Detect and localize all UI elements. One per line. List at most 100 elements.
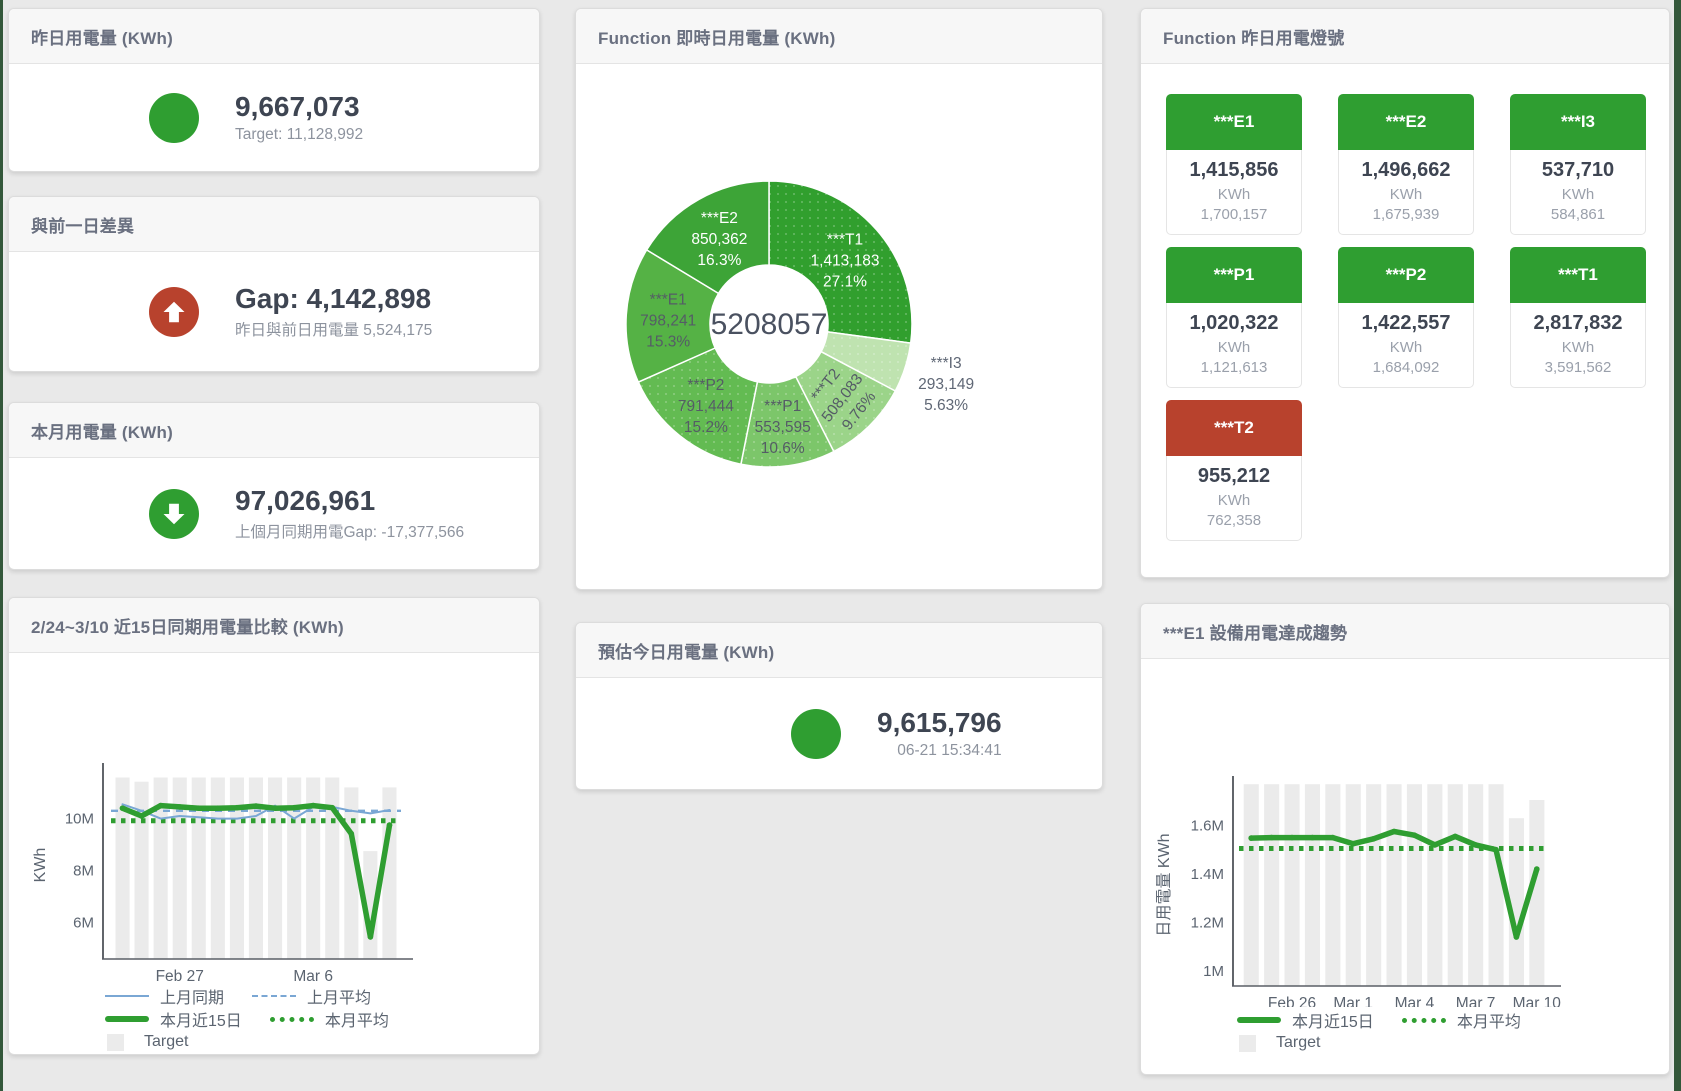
- card-lights-header: Function 昨日用電燈號: [1141, 9, 1669, 64]
- arrow-up-icon: [149, 287, 199, 337]
- tile-secondary-value: 1,700,157: [1169, 206, 1299, 223]
- legend-item-Target[interactable]: Target: [105, 1033, 188, 1051]
- tile-secondary-value: 1,684,092: [1341, 359, 1471, 376]
- status-circle-icon: [149, 93, 199, 143]
- tile-label: ***P1: [1166, 247, 1302, 303]
- legend-label: 本月平均: [325, 1007, 389, 1031]
- tile-value: 1,496,662: [1341, 159, 1471, 182]
- tile-label: ***E1: [1166, 94, 1302, 150]
- x-tick-label: Mar 4: [1395, 995, 1435, 1007]
- compare-chart-plot: 6M8M10MKWhFeb 27Mar 6: [9, 653, 539, 985]
- compare-chart-legend: 上月同期 上月平均本月近15日 本月平均 Target: [105, 985, 417, 1054]
- yesterday-target: Target: 11,128,992: [235, 126, 363, 144]
- tile-value: 2,817,832: [1513, 312, 1643, 335]
- legend-swatch-dot-icon: [1402, 1018, 1446, 1023]
- light-tile-E1: ***E1 1,415,856 KWh 1,700,157: [1166, 94, 1302, 235]
- page-right-edge: [1674, 0, 1681, 1091]
- trend-chart-legend: 本月近15日 本月平均 Target: [1237, 1009, 1549, 1055]
- tile-value: 1,020,322: [1169, 312, 1299, 335]
- y-tick-label: 6M: [73, 915, 94, 932]
- tile-unit: KWh: [1341, 339, 1471, 356]
- status-circle-icon: [791, 709, 841, 759]
- legend-item-上月同期[interactable]: 上月同期: [105, 984, 224, 1008]
- y-tick-label: 1.6M: [1191, 818, 1224, 835]
- day-gap-subtitle: 昨日與前日用電量 5,524,175: [235, 318, 432, 340]
- light-tile-P2: ***P21,422,557KWh1,684,092: [1338, 247, 1474, 388]
- y-tick-label: 8M: [73, 863, 94, 880]
- x-tick-label: Feb 26: [1268, 995, 1316, 1007]
- tile-label: ***T1: [1510, 247, 1646, 303]
- tile-body: 1,020,322KWh1,121,613: [1166, 303, 1302, 388]
- tile-value: 1,415,856: [1169, 159, 1299, 182]
- day-gap-value: Gap: 4,142,898: [235, 283, 432, 314]
- legend-swatch-dash-icon: [252, 995, 296, 997]
- card-day-gap-header: 與前一日差異: [9, 197, 539, 252]
- legend-label: 本月近15日: [1292, 1008, 1374, 1032]
- month-value: 97,026,961: [235, 485, 464, 516]
- card-compare-header: 2/24~3/10 近15日同期用電量比較 (KWh): [9, 598, 539, 653]
- legend-label: 本月近15日: [160, 1007, 242, 1031]
- legend-swatch-line-icon: [105, 995, 149, 997]
- light-tiles-grid: ***E1 1,415,856 KWh 1,700,157 ***E2 1,496,662…: [1141, 64, 1669, 541]
- tile-value: 955,212: [1169, 465, 1299, 488]
- legend-swatch-box-icon: [107, 1034, 124, 1051]
- tile-secondary-value: 762,358: [1169, 512, 1299, 529]
- light-tile-T2: ***T2955,212KWh762,358: [1166, 400, 1302, 541]
- tile-body: 1,496,662KWh1,675,939: [1338, 150, 1474, 235]
- light-tile-P1: ***P11,020,322KWh1,121,613: [1166, 247, 1302, 388]
- legend-item-本月近15日[interactable]: 本月近15日: [105, 1007, 242, 1031]
- legend-label: Target: [144, 1033, 188, 1051]
- yesterday-value: 9,667,073: [235, 91, 363, 122]
- legend-swatch-thick-icon: [105, 1016, 149, 1022]
- card-title: Function 昨日用電燈號: [1163, 24, 1344, 49]
- target-bars: [1244, 784, 1545, 986]
- tile-label: ***I3: [1510, 94, 1646, 150]
- legend-label: 本月平均: [1457, 1008, 1521, 1032]
- estimate-timestamp: 06-21 15:34:41: [877, 742, 1002, 760]
- card-function-lights: Function 昨日用電燈號 ***E1 1,415,856 KWh 1,700,1…: [1140, 8, 1670, 578]
- card-month-usage: 本月用電量 (KWh) 97,026,961 上個月同期用電Gap: -17,3…: [8, 402, 540, 570]
- tile-body: 537,710 KWh 584,861: [1510, 150, 1646, 235]
- tile-label: ***E2: [1338, 94, 1474, 150]
- legend-label: 上月平均: [307, 984, 371, 1008]
- y-tick-label: 1.2M: [1191, 915, 1224, 932]
- card-title: 本月用電量 (KWh): [31, 418, 173, 443]
- card-yesterday-usage: 昨日用電量 (KWh) 9,667,073 Target: 11,128,992: [8, 8, 540, 172]
- tile-unit: KWh: [1513, 186, 1643, 203]
- legend-item-Target[interactable]: Target: [1237, 1034, 1320, 1052]
- legend-label: Target: [1276, 1034, 1320, 1052]
- tile-secondary-value: 3,591,562: [1513, 359, 1643, 376]
- x-tick-label: Mar 7: [1456, 995, 1496, 1007]
- legend-item-本月平均[interactable]: 本月平均: [1402, 1008, 1521, 1032]
- tile-body: 1,415,856 KWh 1,700,157: [1166, 150, 1302, 235]
- trend-chart-plot: 1M1.2M1.4M1.6M日用電量 KWhFeb 26Mar 1Mar 4Ma…: [1141, 659, 1669, 1007]
- tile-unit: KWh: [1341, 186, 1471, 203]
- tile-unit: KWh: [1513, 339, 1643, 356]
- legend-item-本月平均[interactable]: 本月平均: [270, 1007, 389, 1031]
- legend-swatch-thick-icon: [1237, 1017, 1281, 1023]
- light-tile-T1: ***T1 2,817,832 KWh 3,591,562: [1510, 247, 1646, 388]
- card-compare-chart: 2/24~3/10 近15日同期用電量比較 (KWh) 6M8M10MKWhFe…: [8, 597, 540, 1055]
- tile-body: 2,817,832 KWh 3,591,562: [1510, 303, 1646, 388]
- page-left-edge: [0, 0, 3, 1091]
- legend-item-上月平均[interactable]: 上月平均: [252, 984, 371, 1008]
- legend-swatch-dot-icon: [270, 1017, 314, 1022]
- donut-chart: ***T11,413,18327.1%***I3293,1495.63%***T…: [576, 64, 1102, 590]
- x-tick-label: Feb 27: [156, 968, 204, 985]
- card-donut-header: Function 即時日用電量 (KWh): [576, 9, 1102, 64]
- y-tick-label: 1M: [1203, 963, 1224, 980]
- card-realtime-donut: Function 即時日用電量 (KWh) ***T11,413,18327.1…: [575, 8, 1103, 590]
- legend-swatch-box-icon: [1239, 1035, 1256, 1052]
- tile-secondary-value: 1,121,613: [1169, 359, 1299, 376]
- tile-secondary-value: 584,861: [1513, 206, 1643, 223]
- arrow-down-icon: [149, 489, 199, 539]
- donut-center-total: 5208057: [711, 308, 828, 341]
- tile-value: 537,710: [1513, 159, 1643, 182]
- x-tick-label: Mar 6: [293, 968, 333, 985]
- card-day-gap: 與前一日差異 Gap: 4,142,898 昨日與前日用電量 5,524,175: [8, 196, 540, 372]
- x-tick-label: Mar 1: [1333, 995, 1373, 1007]
- legend-item-本月近15日[interactable]: 本月近15日: [1237, 1008, 1374, 1032]
- tile-unit: KWh: [1169, 186, 1299, 203]
- card-title: Function 即時日用電量 (KWh): [598, 24, 835, 49]
- card-title: 2/24~3/10 近15日同期用電量比較 (KWh): [31, 613, 344, 638]
